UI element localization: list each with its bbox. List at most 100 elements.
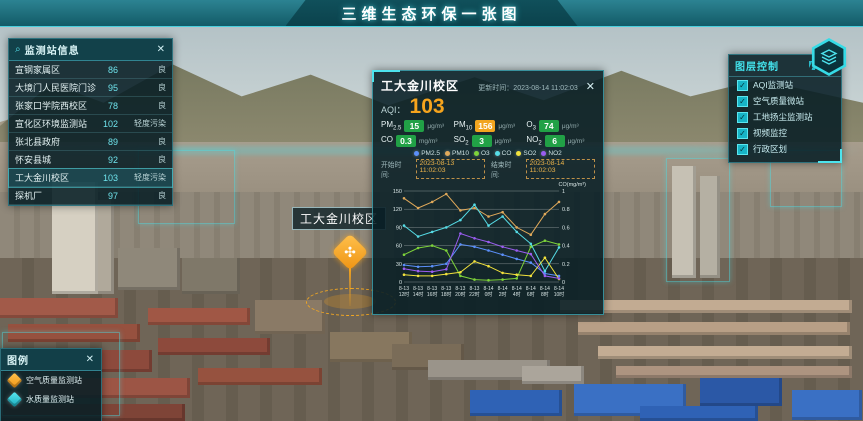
layers-hexagon-button[interactable] [810,38,848,76]
checkbox-checked-icon[interactable]: ✓ [737,144,748,155]
map-legend-panel: 图例 ✕ 空气质量监测站 水质量监测站 [0,348,102,421]
svg-text:90: 90 [396,225,402,231]
svg-text:120: 120 [393,207,402,213]
station-row[interactable]: 张北县政府 89 良 [9,133,172,151]
chart-legend-item[interactable]: PM2.5 [414,150,440,157]
layer-toggle-row[interactable]: ✓ 空气质量微站 [729,93,841,109]
checkbox-checked-icon[interactable]: ✓ [737,80,748,91]
station-status: 轻度污染 [124,172,166,183]
station-aqi: 103 [98,173,118,183]
svg-text:1: 1 [562,189,565,195]
station-list-header: ⌕ 监测站信息 ✕ [9,39,172,61]
legend-label: CO [502,150,512,157]
update-time-value: 2023-08-14 11:02:03 [513,85,577,92]
search-icon[interactable]: ⌕ [15,44,21,55]
station-row[interactable]: 大境门人民医院门诊 95 良 [9,79,172,97]
station-status: 良 [124,82,166,93]
station-status: 良 [124,190,166,201]
svg-text:8-146时: 8-146时 [526,286,536,298]
chart-legend-item[interactable]: PM10 [445,150,469,157]
station-name: 宣化区环境监测站 [15,117,98,130]
pollutant-value-badge: 156 [475,120,495,132]
checkbox-checked-icon[interactable]: ✓ [737,112,748,123]
layer-toggle-row[interactable]: ✓ 行政区划 [729,141,841,157]
svg-text:8-140时: 8-140时 [484,286,494,298]
layer-label: 空气质量微站 [753,95,804,107]
legend-panel-title: 图例 [7,352,81,367]
legend-dot-icon [495,151,500,156]
station-list-panel: ⌕ 监测站信息 ✕ 宣钢家属区 86 良 大境门人民医院门诊 95 良 张 [8,38,173,206]
svg-text:60: 60 [396,244,402,250]
station-name: 工大金川校区 [15,171,98,184]
svg-text:8-1314时: 8-1314时 [413,286,424,298]
layer-label: 视频监控 [753,127,787,139]
legend-panel-header: 图例 ✕ [1,349,101,371]
station-aqi: 95 [98,83,118,93]
station-pin-marker[interactable]: ✣ [332,234,369,271]
svg-text:8-148时: 8-148时 [540,286,550,298]
station-row[interactable]: 张家口学院西校区 78 良 [9,97,172,115]
layer-label: 工地扬尘监测站 [753,111,813,123]
marker-diamond-icon [7,392,23,408]
end-time-input[interactable]: 2023-08-14 11:02:03 [526,159,595,179]
layer-toggle-row[interactable]: ✓ 工地扬尘监测站 [729,109,841,125]
start-time-input[interactable]: 2023-08-13 11:02:03 [416,159,485,179]
app-root: 三维生态环保一张图 工大金川校区 ✣ ⌕ 监测站信息 ✕ 宣钢家属区 86 良 … [0,0,863,421]
marker-diamond-icon [7,373,23,389]
checkbox-checked-icon[interactable]: ✓ [737,128,748,139]
close-icon[interactable]: ✕ [156,45,166,55]
pollutant-value-badge: 6 [545,135,565,147]
chart-legend-item[interactable]: NO2 [541,150,561,157]
layer-toggle-row[interactable]: ✓ AQI监测站 [729,77,841,93]
update-time-label: 更新时间： [478,85,513,92]
chart-legend-item[interactable]: SO2 [516,150,536,157]
pollutant-metric: NO2 6 μg/m³ [526,135,595,147]
pollutant-unit: μg/m³ [427,123,444,130]
svg-text:30: 30 [396,262,402,268]
station-aqi: 102 [98,119,118,129]
pollutant-metric: PM2.5 15 μg/m³ [381,120,450,132]
svg-text:8-142时: 8-142时 [498,286,508,298]
svg-text:8-1410时: 8-1410时 [554,286,565,298]
pollutant-trend-chart: 030609012015000.20.40.60.81CO(mg/m³)8-13… [389,180,587,308]
close-icon[interactable]: ✕ [586,80,595,93]
svg-text:150: 150 [393,189,402,195]
header-bar: 三维生态环保一张图 [0,0,863,27]
pollutant-name: PM2.5 [381,120,401,132]
checkbox-checked-icon[interactable]: ✓ [737,96,748,107]
station-status: 良 [124,100,166,111]
station-aqi: 92 [98,155,118,165]
legend-item: 水质量监测站 [1,390,101,409]
station-row[interactable]: 宣化区环境监测站 102 轻度污染 [9,115,172,133]
pollutant-metric: PM10 156 μg/m³ [454,120,523,132]
svg-text:8-1318时: 8-1318时 [441,286,452,298]
station-row[interactable]: 工大金川校区 103 轻度污染 [9,169,172,187]
svg-text:CO(mg/m³): CO(mg/m³) [559,182,587,188]
station-name: 张家口学院西校区 [15,99,98,112]
station-status: 良 [124,64,166,75]
chart-legend-item[interactable]: O3 [474,150,490,157]
header-title-plate: 三维生态环保一张图 [285,0,577,26]
update-time: 更新时间：2023-08-14 11:02:03 [465,83,578,93]
station-status: 轻度污染 [124,118,166,129]
page-title: 三维生态环保一张图 [341,3,521,24]
station-row[interactable]: 探机厂 97 良 [9,187,172,205]
legend-label: O3 [481,150,490,157]
close-icon[interactable]: ✕ [85,355,95,365]
station-row[interactable]: 宣钢家属区 86 良 [9,61,172,79]
layer-label: AQI监测站 [753,79,793,91]
station-list-title: 监测站信息 [25,42,152,57]
station-row[interactable]: 怀安县城 92 良 [9,151,172,169]
aqi-label: AQI： [381,103,406,116]
svg-text:8-144时: 8-144时 [512,286,522,298]
layer-toggle-row[interactable]: ✓ 视频监控 [729,125,841,141]
pollutant-unit: μg/m³ [495,138,512,145]
svg-text:8-1320时: 8-1320时 [455,286,466,298]
legend-label: SO2 [523,150,536,157]
pollutant-name: SO2 [454,135,469,147]
pollutant-unit: μg/m³ [562,123,579,130]
svg-text:8-1322时: 8-1322时 [469,286,480,298]
chart-legend-item[interactable]: CO [495,150,512,157]
station-name: 宣钢家属区 [15,63,98,76]
legend-item: 空气质量监测站 [1,371,101,390]
